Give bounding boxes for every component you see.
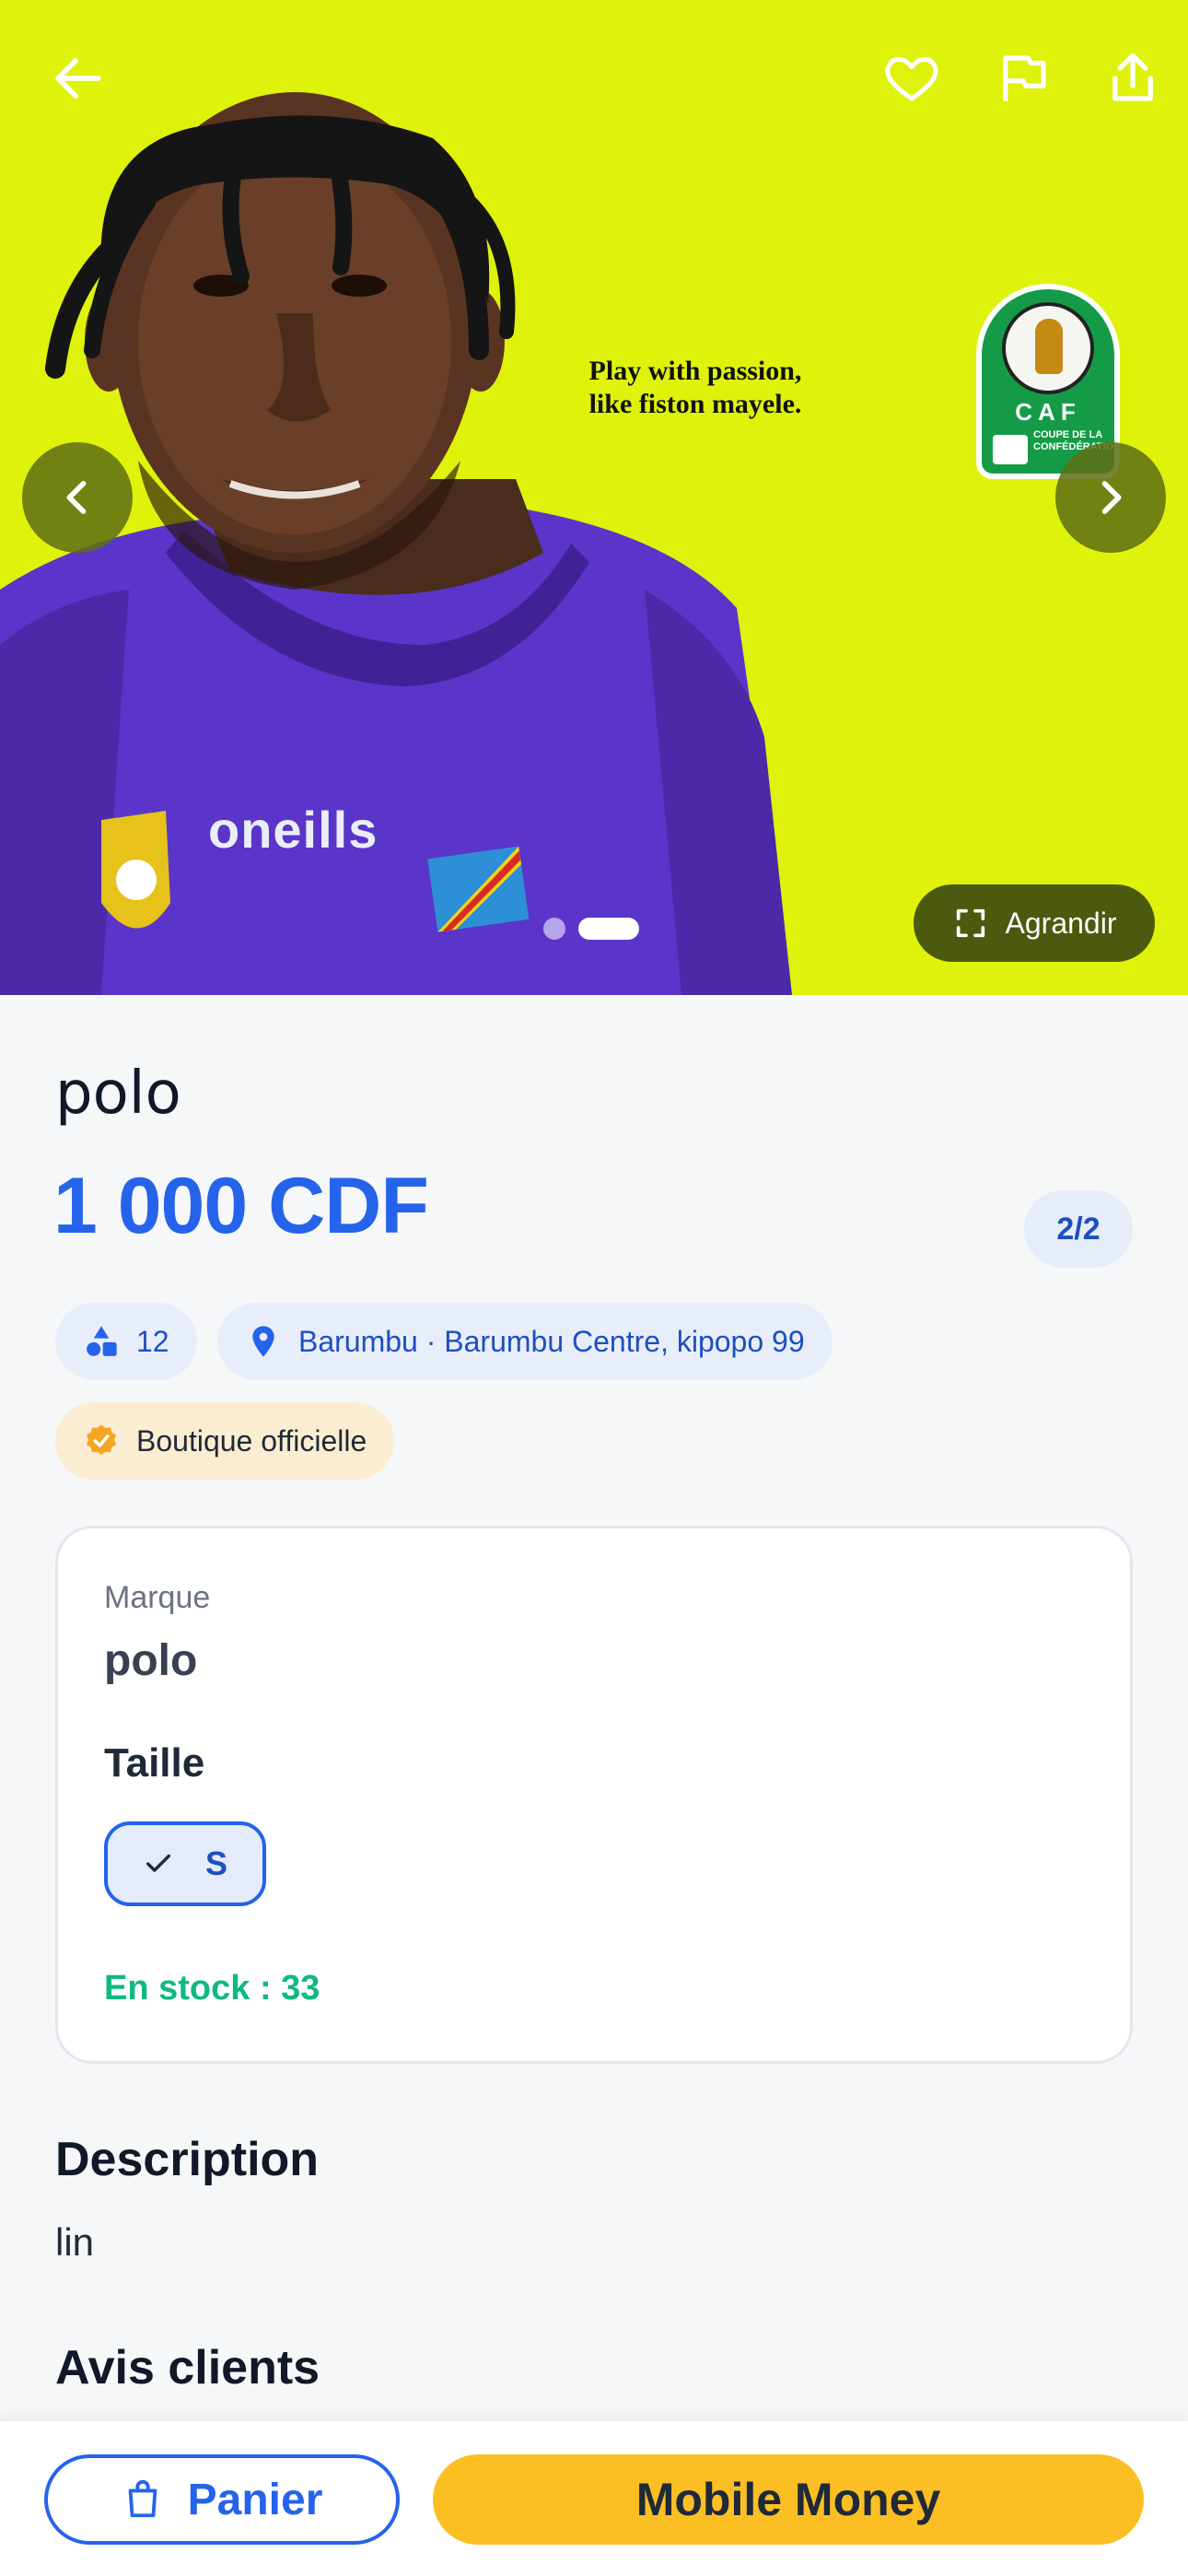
product-title: polo [55, 1060, 181, 1128]
product-image-carousel[interactable]: Play with passion, like fiston mayele. o… [0, 0, 1188, 995]
category-count-chip: 12 [55, 1303, 197, 1380]
heart-icon [885, 56, 938, 101]
share-button[interactable] [1091, 37, 1174, 120]
shopping-bag-icon [128, 2479, 157, 2518]
brand-label: Marque [104, 1580, 211, 1615]
product-price: 1 000 CDF [53, 1162, 429, 1250]
location-text: Barumbu · Barumbu Centre, kipopo 99 [298, 1324, 805, 1358]
shapes-icon [87, 1326, 117, 1356]
trophy-icon [1002, 302, 1094, 394]
previous-image-button[interactable] [22, 442, 133, 553]
next-image-button[interactable] [1055, 442, 1166, 553]
reviews-title: Avis clients [55, 2341, 320, 2395]
location-chip[interactable]: Barumbu · Barumbu Centre, kipopo 99 [217, 1303, 833, 1380]
expand-icon [956, 908, 984, 938]
verified-badge-icon [87, 1424, 116, 1456]
enlarge-button[interactable]: Agrandir [914, 884, 1155, 962]
description-title: Description [55, 2133, 320, 2186]
mobile-money-button[interactable]: Mobile Money [433, 2454, 1144, 2545]
brand-value: polo [104, 1636, 198, 1685]
hero-slogan: Play with passion, like fiston mayele. [553, 355, 838, 421]
size-title: Taille [104, 1740, 205, 1786]
mobile-money-label: Mobile Money [635, 2474, 941, 2525]
stock-status: En stock : 33 [104, 1969, 320, 2008]
slogan-line-1: Play with passion, [588, 356, 802, 386]
carousel-dot-active[interactable] [578, 918, 639, 940]
chevron-left-icon [66, 481, 87, 514]
size-option-label: S [204, 1844, 227, 1882]
enlarge-label: Agrandir [1005, 906, 1117, 940]
carousel-dot[interactable] [543, 918, 565, 940]
slogan-line-2: like fiston mayele. [588, 389, 802, 419]
cart-label: Panier [187, 2475, 323, 2524]
product-photo [0, 92, 792, 995]
product-specs-card: Marque polo Taille S En stock : 33 [55, 1526, 1133, 2064]
back-button[interactable] [37, 37, 120, 120]
location-pin-icon [252, 1326, 274, 1357]
favorite-button[interactable] [870, 37, 953, 120]
sponsor-logo [993, 435, 1028, 464]
size-option-selected[interactable]: S [104, 1821, 266, 1906]
add-to-cart-button[interactable]: Panier [44, 2454, 400, 2545]
count-value: 12 [136, 1324, 169, 1358]
description-text: lin [55, 2220, 95, 2264]
flag-icon [1003, 55, 1046, 101]
caf-badge-name: CAF [1015, 398, 1081, 426]
share-icon [1112, 53, 1153, 101]
chevron-right-icon [1101, 481, 1122, 514]
carousel-indicator [543, 918, 639, 940]
back-arrow-icon [55, 58, 101, 99]
image-counter-badge: 2/2 [1024, 1190, 1133, 1268]
report-button[interactable] [982, 37, 1065, 120]
bottom-action-bar: Panier Mobile Money [0, 2421, 1188, 2576]
official-store-badge: Boutique officielle [55, 1402, 395, 1480]
official-store-label: Boutique officielle [136, 1423, 367, 1458]
check-icon [146, 1854, 171, 1872]
jersey-brand-text: oneills [208, 801, 379, 859]
